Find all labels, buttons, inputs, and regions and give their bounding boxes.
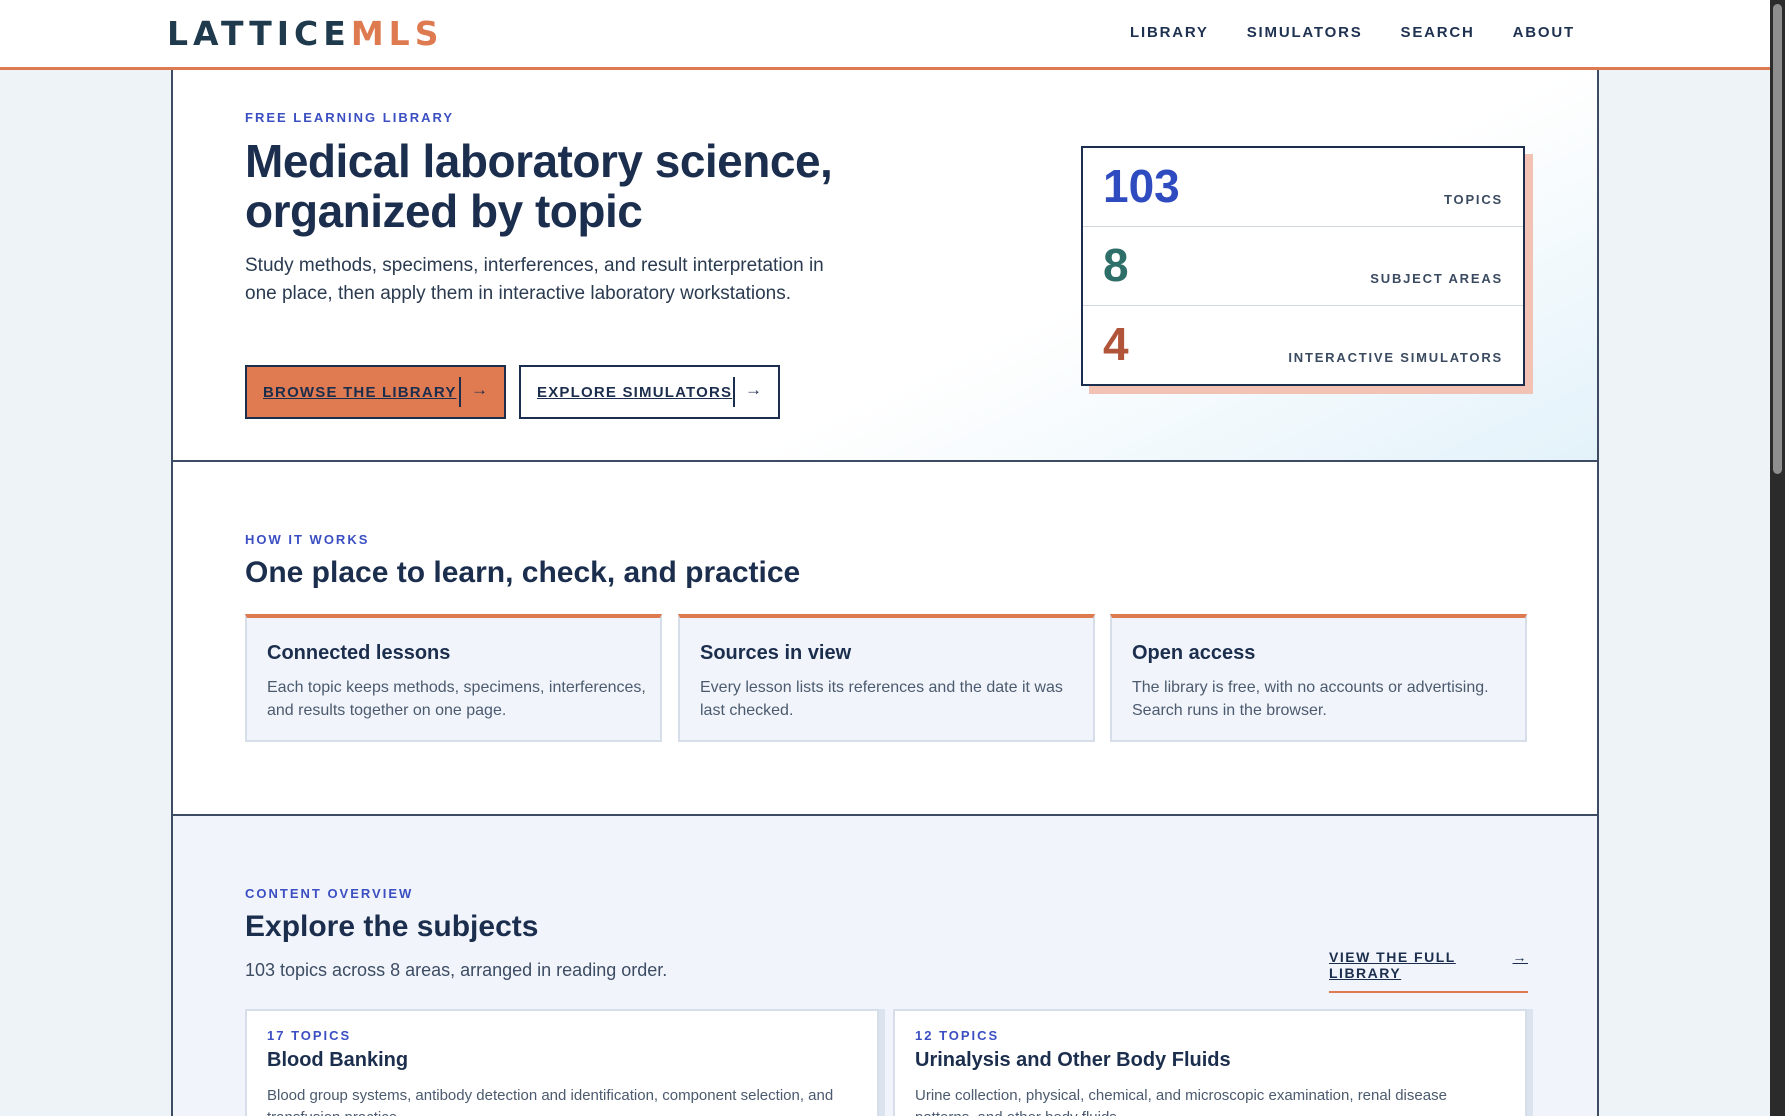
feature-card-title: Sources in view (700, 642, 852, 664)
explore-eyebrow: CONTENT OVERVIEW (245, 886, 414, 901)
subject-topic-count: 17 TOPICS (267, 1028, 352, 1043)
main-nav: LIBRARY SIMULATORS SEARCH ABOUT (1130, 24, 1575, 41)
hero-description: Study methods, specimens, interferences,… (245, 255, 824, 304)
site-logo[interactable]: LATTICE MLS (167, 14, 443, 53)
how-title: One place to learn, check, and practice (245, 556, 801, 589)
explore-subjects-section: CONTENT OVERVIEW Explore the subjects 10… (171, 816, 1599, 1116)
subject-topic-count: 12 TOPICS (915, 1028, 1000, 1043)
view-full-library-link[interactable]: VIEW THE FULL LIBRARY → (1329, 949, 1528, 993)
button-divider (733, 377, 735, 407)
explore-simulators-button[interactable]: EXPLORE SIMULATORS → (519, 365, 780, 419)
stat-topics: 103 TOPICS (1083, 148, 1523, 227)
view-full-library-label: VIEW THE FULL LIBRARY (1329, 949, 1456, 981)
feature-card-text: The library is free, with no accounts or… (1132, 679, 1489, 719)
how-it-works-section: HOW IT WORKS One place to learn, check, … (171, 462, 1599, 816)
top-navigation-bar: LATTICE MLS LIBRARY SIMULATORS SEARCH ABO… (0, 0, 1770, 70)
explore-simulators-label: EXPLORE SIMULATORS (537, 383, 733, 401)
stat-simulators-label: INTERACTIVE SIMULATORS (1288, 350, 1503, 365)
page-scrollbar[interactable] (1770, 0, 1785, 1116)
stat-simulators-value: 4 (1103, 318, 1129, 370)
feature-card-text: Each topic keeps methods, specimens, int… (267, 679, 646, 719)
stat-subject-areas-value: 8 (1103, 239, 1129, 291)
logo-text-mls: MLS (350, 14, 444, 53)
stats-panel: 103 TOPICS 8 SUBJECT AREAS 4 INTERACTIVE… (1081, 146, 1525, 386)
arrow-right-icon: → (745, 380, 764, 399)
button-divider (459, 377, 461, 407)
feature-card-title: Connected lessons (267, 642, 451, 664)
browse-library-button[interactable]: BROWSE THE LIBRARY → (245, 365, 506, 419)
stat-topics-value: 103 (1103, 160, 1180, 212)
nav-library-link[interactable]: LIBRARY (1130, 24, 1209, 41)
stat-subject-areas-label: SUBJECT AREAS (1370, 271, 1503, 286)
nav-search-link[interactable]: SEARCH (1401, 24, 1475, 41)
feature-card-open-access: Open access The library is free, with no… (1110, 614, 1527, 742)
subject-card-blood-banking[interactable]: 17 TOPICS Blood Banking Blood group syst… (245, 1009, 879, 1116)
stat-simulators: 4 INTERACTIVE SIMULATORS (1083, 306, 1523, 385)
hero-title: Medical laboratory science, organized by… (245, 135, 833, 237)
feature-card-connected-lessons: Connected lessons Each topic keeps metho… (245, 614, 662, 742)
logo-text-lattice: LATTICE (167, 14, 351, 53)
explore-title: Explore the subjects (245, 910, 539, 943)
subject-description: Blood group systems, antibody detection … (267, 1087, 834, 1116)
how-eyebrow: HOW IT WORKS (245, 532, 370, 547)
subject-title: Urinalysis and Other Body Fluids (915, 1049, 1231, 1071)
scrollbar-thumb[interactable] (1773, 4, 1782, 474)
subject-description: Urine collection, physical, chemical, an… (915, 1087, 1447, 1116)
arrow-right-icon: → (471, 380, 490, 399)
browse-library-label: BROWSE THE LIBRARY (263, 383, 457, 401)
subject-card-urinalysis[interactable]: 12 TOPICS Urinalysis and Other Body Flui… (893, 1009, 1527, 1116)
arrow-right-icon: → (1512, 949, 1528, 965)
stat-topics-label: TOPICS (1444, 192, 1503, 207)
hero-eyebrow: FREE LEARNING LIBRARY (245, 110, 455, 125)
nav-simulators-link[interactable]: SIMULATORS (1247, 24, 1363, 41)
stat-subject-areas: 8 SUBJECT AREAS (1083, 227, 1523, 306)
explore-description: 103 topics across 8 areas, arranged in r… (245, 960, 668, 980)
hero-section: FREE LEARNING LIBRARY Medical laboratory… (171, 70, 1599, 462)
nav-about-link[interactable]: ABOUT (1513, 24, 1575, 41)
feature-card-text: Every lesson lists its references and th… (700, 679, 1063, 719)
feature-card-title: Open access (1132, 642, 1256, 664)
feature-card-sources-in-view: Sources in view Every lesson lists its r… (678, 614, 1095, 742)
subject-title: Blood Banking (267, 1049, 409, 1071)
